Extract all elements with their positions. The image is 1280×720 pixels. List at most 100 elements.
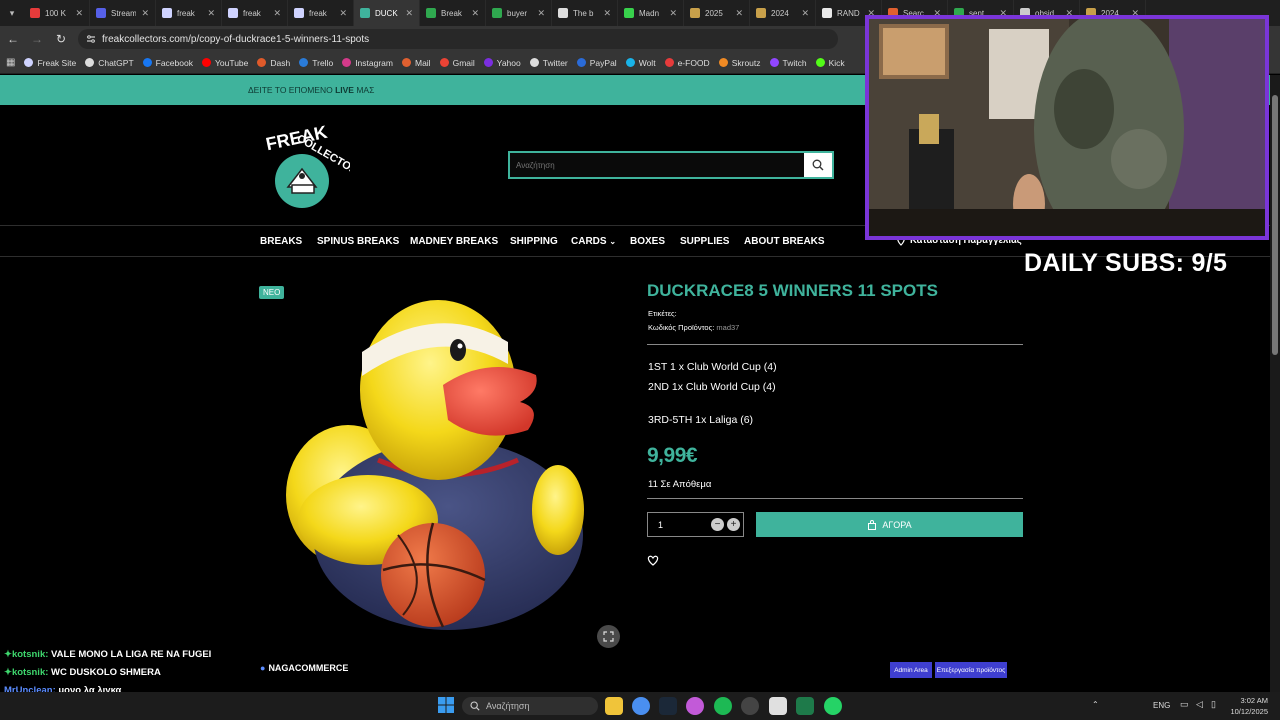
tab-label: freak xyxy=(243,8,261,18)
bookmark-item[interactable]: Mail xyxy=(401,58,431,68)
taskbar-search-input[interactable]: Αναζήτηση xyxy=(462,697,598,715)
clock[interactable]: 3:02 AM 10/12/2025 xyxy=(1228,695,1268,717)
steam-icon[interactable] xyxy=(659,697,677,715)
bookmark-item[interactable]: Wolt xyxy=(625,58,656,68)
close-icon[interactable]: ✕ xyxy=(735,8,743,19)
close-icon[interactable]: ✕ xyxy=(669,8,677,19)
nav-item-shipping[interactable]: SHIPPING xyxy=(510,236,558,247)
product-image[interactable] xyxy=(258,280,628,660)
bookmark-item[interactable]: Dash xyxy=(257,58,290,68)
terminal-icon[interactable] xyxy=(769,697,787,715)
windows-start-icon[interactable] xyxy=(438,697,454,713)
bookmark-item[interactable]: Yahoo xyxy=(483,58,521,68)
network-icon[interactable]: ▭ xyxy=(1180,699,1189,710)
browser-tab[interactable]: DUCK ✕ xyxy=(354,0,420,26)
bookmark-label: ChatGPT xyxy=(98,57,134,68)
close-icon[interactable]: ✕ xyxy=(141,8,149,19)
close-icon[interactable]: ✕ xyxy=(801,8,809,19)
back-icon[interactable]: ← xyxy=(6,32,20,46)
tab-favicon-icon xyxy=(492,8,502,18)
bookmark-item[interactable]: Freak Site xyxy=(24,58,76,68)
bookmark-label: Gmail xyxy=(452,57,475,68)
bookmark-item[interactable]: PayPal xyxy=(576,58,617,68)
reload-icon[interactable]: ↻ xyxy=(54,32,68,46)
bookmark-item[interactable]: e-FOOD xyxy=(664,58,710,68)
bookmark-favicon-icon xyxy=(576,58,586,67)
browser-tab[interactable]: buyer ✕ xyxy=(486,0,552,26)
whatsapp-icon[interactable] xyxy=(824,697,842,715)
nav-item-supplies[interactable]: SUPPLIES xyxy=(680,236,729,247)
nav-item-breaks[interactable]: BREAKS xyxy=(260,236,302,247)
decrease-quantity-button[interactable]: − xyxy=(711,518,724,531)
bookmark-item[interactable]: YouTube xyxy=(201,58,248,68)
tab-favicon-icon xyxy=(162,8,172,18)
browser-tab[interactable]: freak ✕ xyxy=(156,0,222,26)
page-scrollbar[interactable] xyxy=(1270,75,1280,695)
battery-icon[interactable]: ▯ xyxy=(1211,699,1216,710)
apps-icon[interactable]: ▦ xyxy=(6,57,15,68)
browser-tab[interactable]: freak ✕ xyxy=(288,0,354,26)
browser-tab[interactable]: The b ✕ xyxy=(552,0,618,26)
file-explorer-icon[interactable] xyxy=(605,697,623,715)
browser-tab[interactable]: 2025 ✕ xyxy=(684,0,750,26)
bookmark-item[interactable]: Facebook xyxy=(142,58,193,68)
bookmark-item[interactable]: Kick xyxy=(815,58,845,68)
webcam-feed-image xyxy=(869,19,1265,236)
close-icon[interactable]: ✕ xyxy=(537,8,545,19)
spotify-icon[interactable] xyxy=(714,697,732,715)
tray-overflow-icon[interactable]: ⌃ xyxy=(1092,700,1099,709)
browser-tab[interactable]: Break ✕ xyxy=(420,0,486,26)
browser-tab[interactable]: 100 K ✕ xyxy=(24,0,90,26)
scrollbar-thumb[interactable] xyxy=(1272,95,1278,355)
wishlist-heart-icon[interactable] xyxy=(647,555,659,566)
bookmark-item[interactable]: Twitch xyxy=(769,58,807,68)
bookmark-item[interactable]: Trello xyxy=(299,58,333,68)
bookmark-item[interactable]: Skroutz xyxy=(718,58,761,68)
admin-area-button[interactable]: Admin Area xyxy=(890,662,932,678)
expand-image-button[interactable] xyxy=(597,625,620,648)
close-icon[interactable]: ✕ xyxy=(273,8,281,19)
nav-item-boxes[interactable]: BOXES xyxy=(630,236,665,247)
bookmark-item[interactable]: Instagram xyxy=(342,58,393,68)
forward-icon[interactable]: → xyxy=(30,32,44,46)
nav-item-spinus-breaks[interactable]: SPINUS BREAKS xyxy=(317,236,399,247)
browser-tab[interactable]: 2024 ✕ xyxy=(750,0,816,26)
edit-product-button[interactable]: Επεξεργασία προϊόντος xyxy=(935,662,1007,678)
browser-tab[interactable]: Stream ✕ xyxy=(90,0,156,26)
bookmark-item[interactable]: ChatGPT xyxy=(85,57,134,68)
close-icon[interactable]: ✕ xyxy=(75,8,83,19)
freak-collectors-logo[interactable]: FREAK COLLECTORS xyxy=(262,121,350,213)
nav-item-cards[interactable]: CARDS ⌄ xyxy=(571,236,616,247)
close-icon[interactable]: ✕ xyxy=(339,8,347,19)
bookmark-favicon-icon xyxy=(201,58,211,67)
nav-item-about-breaks[interactable]: ABOUT BREAKS xyxy=(744,236,825,247)
bookmark-label: Instagram xyxy=(355,57,393,68)
close-icon[interactable]: ✕ xyxy=(471,8,479,19)
obs-icon[interactable] xyxy=(741,697,759,715)
close-icon[interactable]: ✕ xyxy=(405,8,413,19)
site-info-icon[interactable] xyxy=(86,34,96,44)
app-icon[interactable] xyxy=(686,697,704,715)
bookmark-favicon-icon xyxy=(342,58,352,67)
search-input[interactable] xyxy=(510,153,804,177)
description-line-2: 2ND 1x Club World Cup (4) xyxy=(648,381,776,393)
buy-button[interactable]: ΑΓΟΡΑ xyxy=(756,512,1023,537)
search-button[interactable] xyxy=(804,153,832,177)
nav-item-madney-breaks[interactable]: MADNEY BREAKS xyxy=(410,236,498,247)
close-icon[interactable]: ✕ xyxy=(603,8,611,19)
url-field[interactable]: freakcollectors.com/p/copy-of-duckrace1-… xyxy=(78,29,838,49)
tab-search-icon[interactable]: ▾ xyxy=(0,0,24,26)
quantity-stepper[interactable]: 1 − + xyxy=(647,512,744,537)
quantity-value[interactable]: 1 xyxy=(658,520,711,530)
browser-tab[interactable]: Madn ✕ xyxy=(618,0,684,26)
chrome-icon[interactable] xyxy=(632,697,650,715)
browser-tab[interactable]: freak ✕ xyxy=(222,0,288,26)
excel-icon[interactable] xyxy=(796,697,814,715)
bookmark-item[interactable]: Twitter xyxy=(529,58,568,68)
close-icon[interactable]: ✕ xyxy=(207,8,215,19)
language-indicator[interactable]: ENG xyxy=(1153,701,1170,710)
bookmark-item[interactable]: Gmail xyxy=(439,57,475,68)
volume-icon[interactable]: ◁ xyxy=(1196,699,1203,710)
bookmark-favicon-icon xyxy=(299,58,309,67)
increase-quantity-button[interactable]: + xyxy=(727,518,740,531)
